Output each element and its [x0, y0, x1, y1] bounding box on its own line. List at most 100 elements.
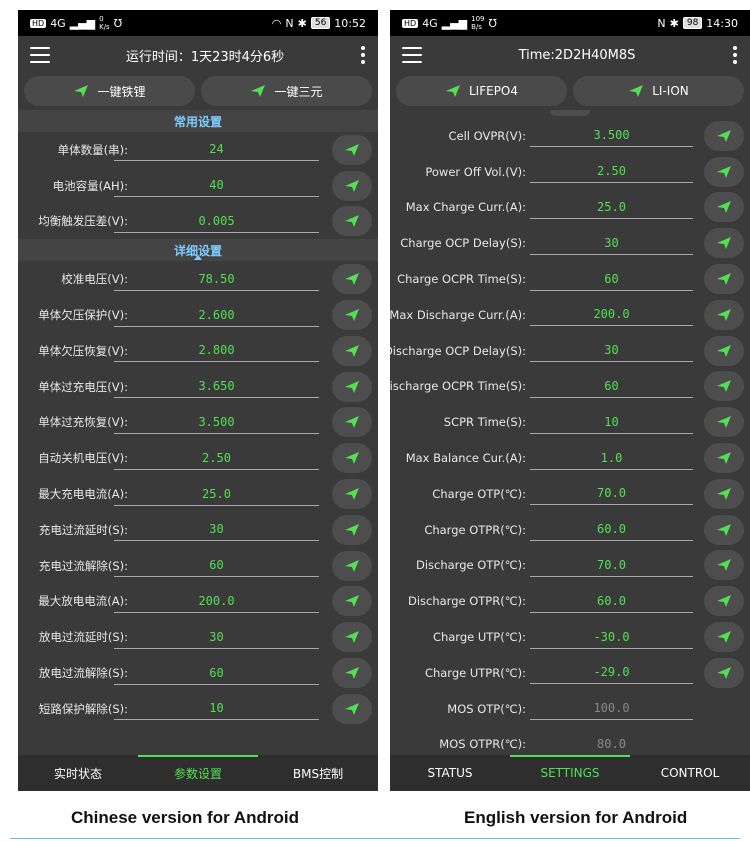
setting-value-input[interactable]: 60 — [114, 662, 319, 685]
send-setting-button[interactable] — [332, 693, 372, 724]
setting-value-input[interactable]: 78.50 — [114, 268, 319, 291]
setting-value-input[interactable]: 30 — [530, 232, 693, 255]
app-bar: 运行时间：1天23时4分6秒 — [18, 36, 378, 74]
setting-value-input[interactable]: 25.0 — [530, 196, 693, 219]
preset-liion-button[interactable]: 一键三元 — [201, 76, 372, 106]
tab-status[interactable]: 实时状态 — [18, 755, 138, 791]
setting-value-input[interactable]: 2.600 — [114, 304, 319, 327]
tab-status[interactable]: STATUS — [390, 755, 510, 791]
preset-liion-button[interactable]: LI-ION — [573, 76, 744, 106]
send-setting-button[interactable] — [704, 550, 744, 581]
setting-row: Max Charge Curr.(A): 25.0 — [390, 190, 750, 226]
tab-control[interactable]: BMS控制 — [258, 755, 378, 791]
send-setting-button[interactable] — [704, 407, 744, 438]
send-setting-button[interactable] — [332, 550, 372, 581]
setting-value-input[interactable]: -29.0 — [530, 661, 693, 685]
setting-value-input[interactable]: 60.0 — [530, 518, 693, 542]
send-setting-button[interactable] — [332, 443, 372, 474]
preset-lifepo4-button[interactable]: LIFEPO4 — [396, 76, 567, 106]
setting-value-input[interactable]: 1.0 — [530, 447, 693, 470]
setting-value-input[interactable]: 60 — [530, 268, 693, 291]
setting-row: 充电过流延时(S): 30 — [18, 512, 378, 548]
setting-value-input[interactable]: 200.0 — [530, 303, 693, 327]
send-setting-button[interactable] — [704, 264, 744, 295]
send-setting-button[interactable] — [704, 657, 744, 688]
send-setting-button[interactable] — [332, 134, 372, 165]
send-setting-button[interactable] — [332, 206, 372, 237]
setting-value-input[interactable]: 25.0 — [114, 483, 319, 506]
tab-settings[interactable]: 参数设置 — [138, 755, 258, 791]
preset-lifepo4-button[interactable]: 一键铁锂 — [24, 76, 195, 106]
send-setting-button[interactable] — [704, 192, 744, 223]
status-bar: HD 4G ▂▄▆ 109 B/s Ʊ N ✱ 98 14:30 — [390, 10, 750, 36]
setting-row: Charge OCP Delay(S): 30 — [390, 225, 750, 261]
setting-value-input[interactable]: 60 — [114, 554, 319, 578]
setting-row: 短路保护解除(S): 10 — [18, 691, 378, 727]
setting-value-input[interactable]: 30 — [114, 518, 319, 542]
setting-value-input[interactable]: 2.50 — [114, 447, 319, 470]
send-setting-button[interactable] — [332, 264, 372, 295]
setting-value-input[interactable]: 30 — [530, 339, 693, 363]
send-setting-button[interactable] — [704, 478, 744, 509]
send-setting-button[interactable] — [704, 299, 744, 330]
setting-row: 最大充电电流(A): 25.0 — [18, 476, 378, 512]
send-setting-button[interactable] — [704, 443, 744, 474]
section-detail-settings[interactable]: 详细设置 — [18, 239, 378, 262]
setting-value-input[interactable]: 10 — [530, 411, 693, 434]
net-speed: 0 K/s — [99, 15, 110, 31]
setting-value-input[interactable]: 24 — [114, 138, 319, 162]
tab-control[interactable]: CONTROL — [630, 755, 750, 791]
section-common-settings[interactable]: 常用设置 — [18, 110, 378, 132]
setting-value-input[interactable]: 0.005 — [114, 210, 319, 233]
setting-value-input[interactable]: 10 — [114, 697, 319, 721]
setting-value-input[interactable]: 2.50 — [530, 160, 693, 184]
send-setting-button[interactable] — [332, 371, 372, 402]
send-setting-button[interactable] — [332, 335, 372, 366]
setting-value-input[interactable]: 3.650 — [114, 375, 319, 399]
send-setting-button[interactable] — [332, 622, 372, 653]
send-setting-button[interactable] — [704, 622, 744, 653]
send-setting-button[interactable] — [332, 300, 372, 331]
setting-label: Charge OTPR(℃): — [424, 522, 526, 537]
more-options-icon[interactable] — [360, 46, 366, 64]
send-icon — [717, 452, 731, 465]
send-setting-button[interactable] — [332, 514, 372, 545]
send-setting-button[interactable] — [332, 407, 372, 438]
menu-icon[interactable] — [402, 47, 422, 63]
setting-value-input[interactable]: 2.800 — [114, 339, 319, 363]
scroll-knob[interactable] — [550, 110, 590, 116]
setting-value-input[interactable]: 40 — [114, 174, 319, 198]
clock: 14:30 — [706, 16, 738, 30]
setting-value-input[interactable]: 100.0 — [530, 697, 693, 721]
menu-icon[interactable] — [30, 47, 50, 63]
setting-value-input[interactable]: 80.0 — [530, 733, 693, 756]
send-icon — [629, 85, 644, 97]
setting-value-input[interactable]: 200.0 — [114, 590, 319, 613]
setting-value-input[interactable]: 70.0 — [530, 554, 693, 577]
more-options-icon[interactable] — [732, 46, 738, 64]
setting-value-input[interactable]: 60 — [530, 375, 693, 398]
setting-value-input[interactable]: 3.500 — [114, 411, 319, 434]
caption-chinese: Chinese version for Android — [71, 808, 299, 827]
setting-label: Charge OTP(℃): — [432, 486, 526, 501]
send-setting-button[interactable] — [704, 335, 744, 366]
setting-value-input[interactable]: 30 — [114, 626, 319, 649]
setting-value-input[interactable]: 70.0 — [530, 482, 693, 506]
send-setting-button[interactable] — [704, 371, 744, 402]
setting-value-input[interactable]: 3.500 — [530, 124, 693, 148]
send-setting-button[interactable] — [704, 120, 744, 151]
tab-settings[interactable]: SETTINGS — [510, 755, 630, 791]
setting-value-input[interactable]: -30.0 — [530, 626, 693, 649]
send-setting-button[interactable] — [704, 586, 744, 617]
send-setting-button[interactable] — [704, 228, 744, 259]
setting-value-input[interactable]: 60.0 — [530, 590, 693, 613]
setting-label: Discharge OTPR(℃): — [407, 594, 526, 609]
send-setting-button[interactable] — [332, 479, 372, 510]
send-setting-button[interactable] — [704, 156, 744, 187]
send-setting-button[interactable] — [332, 658, 372, 689]
status-bar: HD 4G ▂▄▆ 0 K/s Ʊ ◠ N ✱ 56 10:52 — [18, 10, 378, 36]
collapse-caret-icon — [194, 255, 202, 261]
send-setting-button[interactable] — [704, 514, 744, 545]
send-setting-button[interactable] — [332, 170, 372, 201]
send-setting-button[interactable] — [332, 586, 372, 617]
